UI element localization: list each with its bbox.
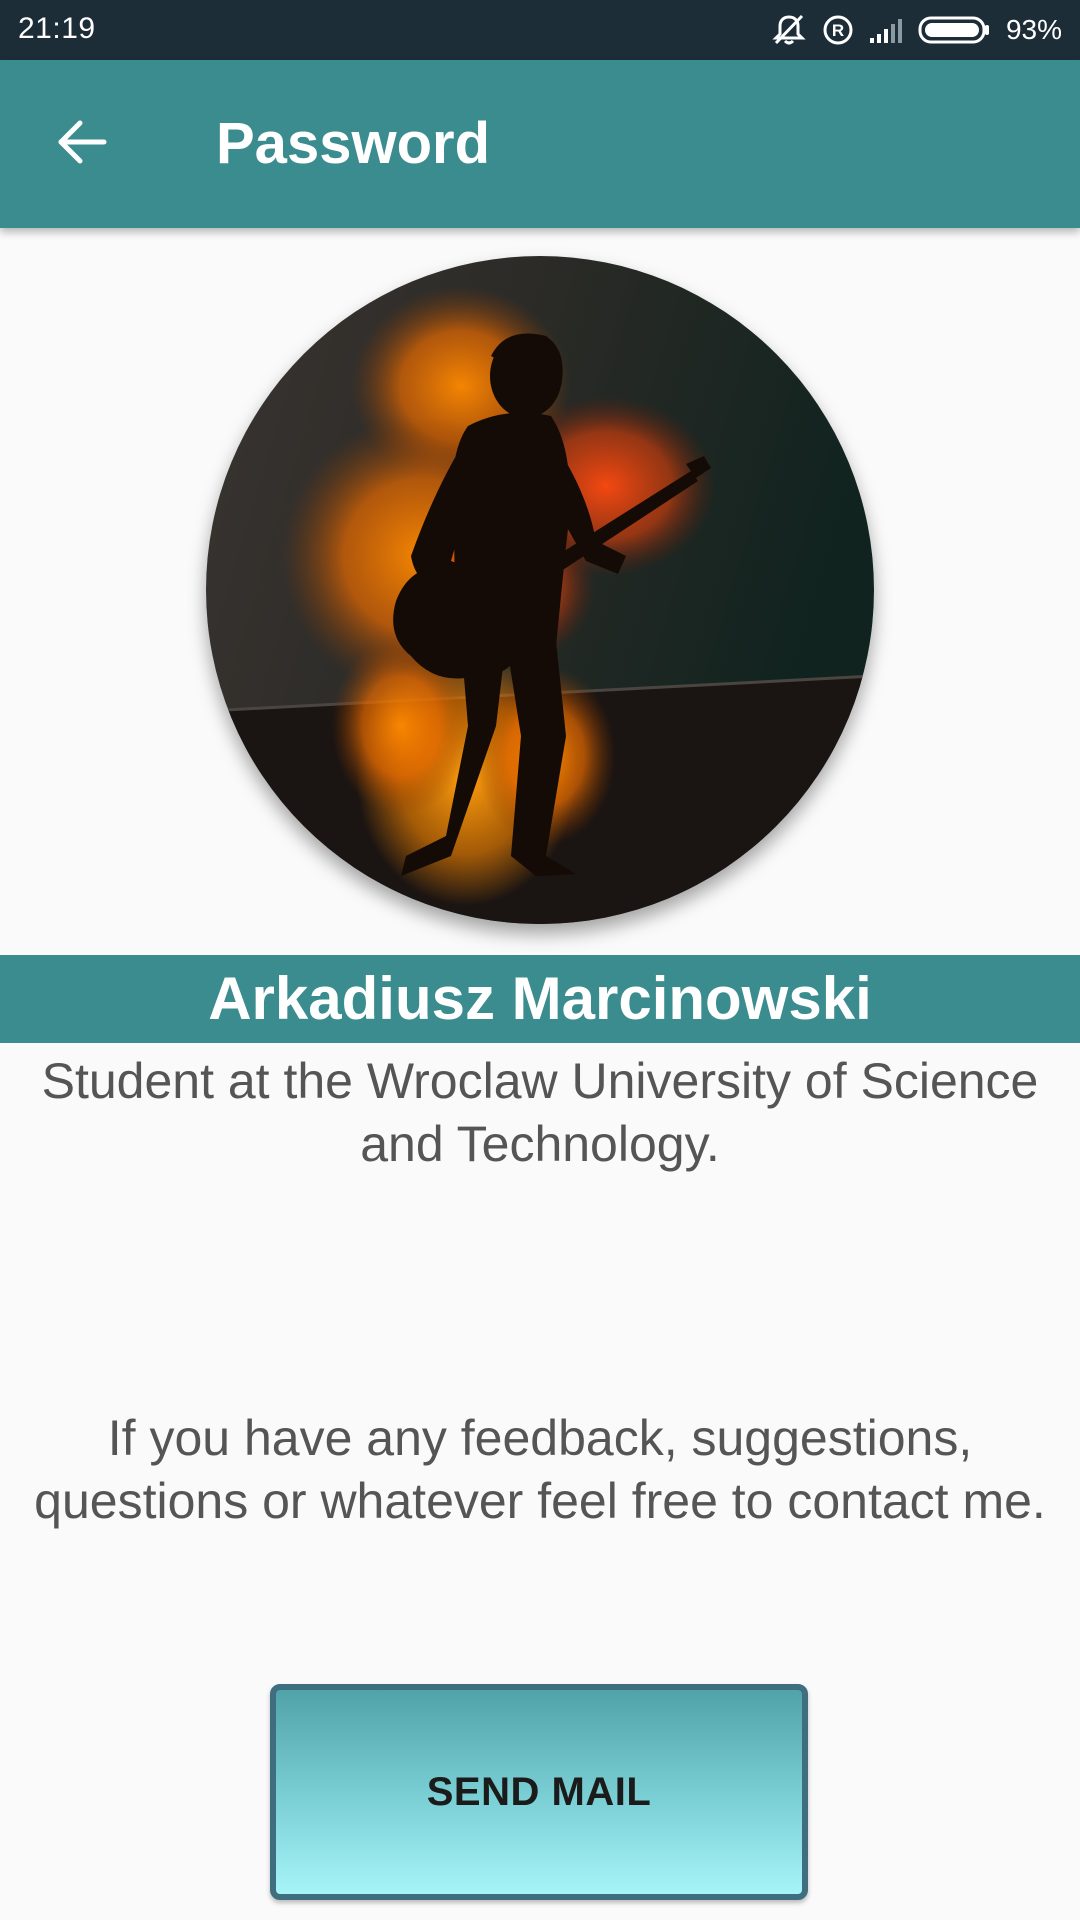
profile-description: Student at the Wroclaw University of Sci… bbox=[41, 1053, 1039, 1172]
guitarist-silhouette-image bbox=[206, 256, 874, 924]
battery-percent: 93% bbox=[1005, 14, 1062, 45]
status-time: 21:19 bbox=[18, 12, 96, 45]
toolbar: Password bbox=[0, 60, 1080, 228]
send-mail-label: SEND MAIL bbox=[426, 1769, 652, 1814]
send-mail-button[interactable]: SEND MAIL bbox=[270, 1684, 808, 1900]
profile-name: Arkadiusz Marcinowski bbox=[208, 965, 872, 1032]
battery-icon bbox=[918, 15, 992, 45]
back-button[interactable] bbox=[44, 106, 120, 182]
signal-icon bbox=[868, 16, 904, 44]
name-banner: Arkadiusz Marcinowski bbox=[0, 955, 1080, 1043]
arrow-left-icon bbox=[56, 119, 108, 170]
avatar bbox=[206, 256, 874, 924]
page-title: Password bbox=[216, 111, 490, 176]
status-bar: 21:19 R 93% bbox=[0, 0, 1080, 60]
registered-icon: R bbox=[822, 14, 854, 46]
feedback-text: If you have any feedback, suggestions, q… bbox=[34, 1410, 1046, 1529]
status-icons: R 93% bbox=[770, 10, 1062, 50]
vibrate-off-icon bbox=[770, 13, 808, 47]
svg-text:R: R bbox=[832, 21, 844, 40]
